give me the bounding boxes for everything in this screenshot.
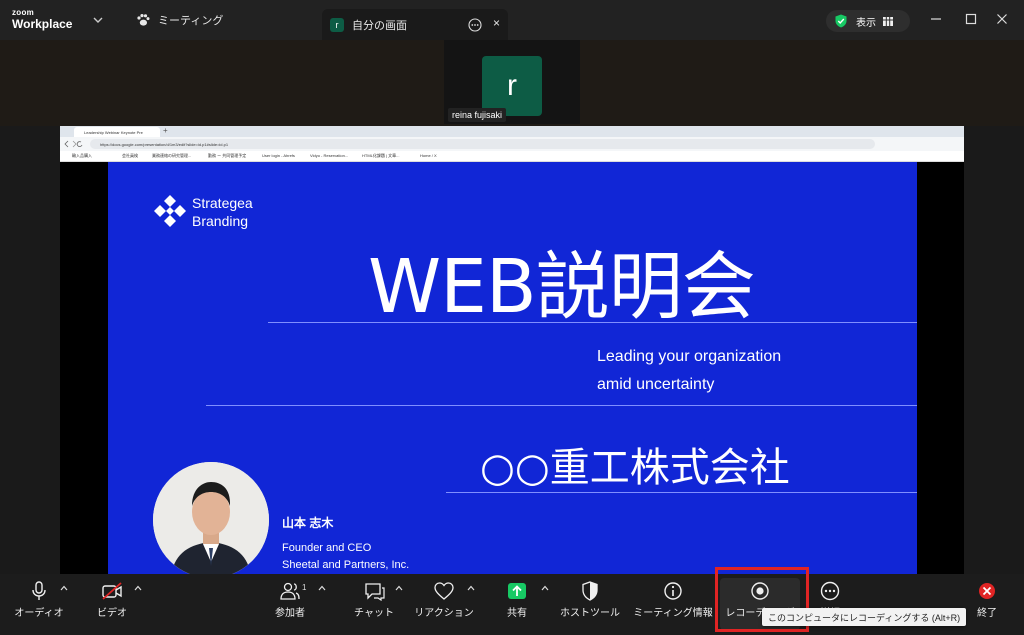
bookmark: User login - Ahrefs — [262, 153, 295, 158]
host-tools-label: ホストツール — [560, 608, 620, 619]
subtitle-line-1: Leading your organization — [597, 348, 782, 365]
video-strip: r reina fujisaki — [0, 40, 1024, 126]
bookmark: 輸入品購入 — [72, 153, 92, 158]
heart-icon — [434, 582, 454, 600]
browser-url: https://docs.google.com/presentation/d/1… — [90, 139, 875, 149]
participant-video-tile[interactable]: r reina fujisaki — [444, 40, 580, 124]
subtitle-line-2: amid uncertainty — [597, 376, 715, 393]
meeting-info-button[interactable]: ミーティング情報 — [632, 574, 714, 635]
microphone-icon — [32, 581, 46, 600]
presenter-company: Sheetal and Partners, Inc. — [282, 559, 410, 571]
tab-meeting[interactable]: ミーティング — [128, 0, 231, 40]
chat-options-chevron-icon[interactable] — [395, 584, 403, 592]
bookmark: Vidyo - Reservation... — [310, 153, 349, 158]
slide-title: WEB説明会 — [368, 244, 756, 330]
reactions-label: リアクション — [414, 608, 474, 619]
host-tools-button[interactable]: ホストツール — [558, 574, 622, 635]
audio-options-chevron-icon[interactable] — [60, 584, 68, 592]
presenter-photo — [153, 462, 269, 574]
close-window-icon[interactable] — [995, 12, 1009, 26]
zoom-logo: zoom Workplace — [12, 8, 73, 31]
strategea-logo-icon — [154, 195, 186, 227]
chat-icon — [365, 583, 385, 601]
more-options-icon[interactable] — [468, 18, 482, 32]
divider-line — [446, 492, 917, 493]
bookmark: 会社員検 — [122, 153, 138, 158]
bookmark: Home / X — [420, 153, 437, 158]
browser-address-bar: https://docs.google.com/presentation/d/1… — [60, 137, 964, 151]
tab-meeting-label: ミーティング — [158, 15, 224, 27]
bookmark: 業務連絡の研究管理... — [152, 153, 192, 158]
participants-icon — [280, 582, 300, 600]
meeting-info-label: ミーティング情報 — [633, 608, 713, 619]
logo-text-top: zoom — [12, 8, 35, 17]
divider-line — [206, 405, 917, 406]
brand-name: Strategea Branding — [192, 194, 253, 230]
participants-label: 参加者 — [275, 608, 305, 619]
more-dots-icon — [820, 581, 840, 601]
brand-line-1: Strategea — [192, 195, 253, 211]
participants-options-chevron-icon[interactable] — [318, 584, 326, 592]
chat-button[interactable]: チャット — [352, 574, 396, 635]
recording-tooltip: このコンピュータにレコーディングする (Alt+R) — [762, 608, 967, 626]
slide-subtitle: Leading your organization amid uncertain… — [597, 343, 781, 399]
tab-my-screen[interactable]: r 自分の画面 × — [322, 9, 508, 40]
info-icon — [664, 582, 682, 600]
share-screen-icon — [508, 583, 526, 599]
bookmarks-bar: 輸入品購入 会社員検 業務連絡の研究管理... 勤務 ー 共同管理予定 User… — [60, 151, 964, 162]
title-bar: zoom Workplace ミーティング r 自分の画面 × 表示 — [0, 0, 1024, 40]
minimize-icon[interactable] — [929, 12, 943, 26]
video-off-icon — [102, 582, 122, 600]
participant-avatar: r — [482, 56, 542, 116]
end-meeting-label: 終了 — [977, 608, 997, 619]
browser-tab: Leadership Webinar Keynote Pre — [74, 127, 160, 137]
logo-text-bottom: Workplace — [12, 17, 73, 31]
audio-button[interactable]: オーディオ — [14, 574, 64, 635]
view-button[interactable]: 表示 — [826, 10, 910, 32]
new-tab-icon: + — [163, 126, 168, 135]
video-options-chevron-icon[interactable] — [134, 584, 142, 592]
participant-name: reina fujisaki — [448, 108, 507, 122]
audio-label: オーディオ — [14, 608, 64, 619]
company-name: ○○重工株式会社 — [480, 445, 790, 491]
gallery-grid-icon — [883, 16, 893, 26]
maximize-icon[interactable] — [964, 12, 978, 26]
chat-label: チャット — [354, 608, 394, 619]
end-meeting-icon — [979, 583, 995, 599]
presenter-name: 山本 志木 — [282, 516, 334, 530]
participants-count: 1 — [302, 583, 307, 592]
tab-avatar: r — [330, 17, 344, 32]
share-label: 共有 — [507, 608, 527, 619]
browser-tab-bar: Leadership Webinar Keynote Pre + — [60, 126, 964, 137]
close-tab-icon[interactable]: × — [493, 16, 500, 30]
video-label: ビデオ — [97, 608, 127, 619]
shield-check-icon — [835, 14, 847, 28]
view-button-label: 表示 — [856, 17, 876, 29]
presentation-slide: Strategea Branding WEB説明会 Leading your o… — [108, 162, 917, 574]
share-button[interactable]: 共有 — [500, 574, 534, 635]
reactions-options-chevron-icon[interactable] — [467, 584, 475, 592]
share-options-chevron-icon[interactable] — [541, 584, 549, 592]
nav-arrows-icon — [64, 140, 83, 148]
tab-my-screen-label: 自分の画面 — [352, 19, 407, 32]
bookmark: HTML化課題 | 文章... — [362, 153, 400, 158]
video-button[interactable]: ビデオ — [92, 574, 132, 635]
shared-screen: Leadership Webinar Keynote Pre + https:/… — [60, 126, 964, 574]
chevron-down-icon[interactable] — [92, 14, 104, 26]
paw-icon — [137, 14, 150, 26]
end-meeting-button[interactable]: 終了 — [972, 574, 1002, 635]
divider-line — [268, 322, 917, 323]
brand-line-2: Branding — [192, 213, 249, 229]
bookmark: 勤務 ー 共同管理予定 — [208, 153, 247, 158]
presenter-role: Founder and CEO — [282, 542, 372, 554]
presenter-title: Founder and CEO Sheetal and Partners, In… — [282, 540, 409, 574]
security-shield-icon — [582, 581, 598, 601]
